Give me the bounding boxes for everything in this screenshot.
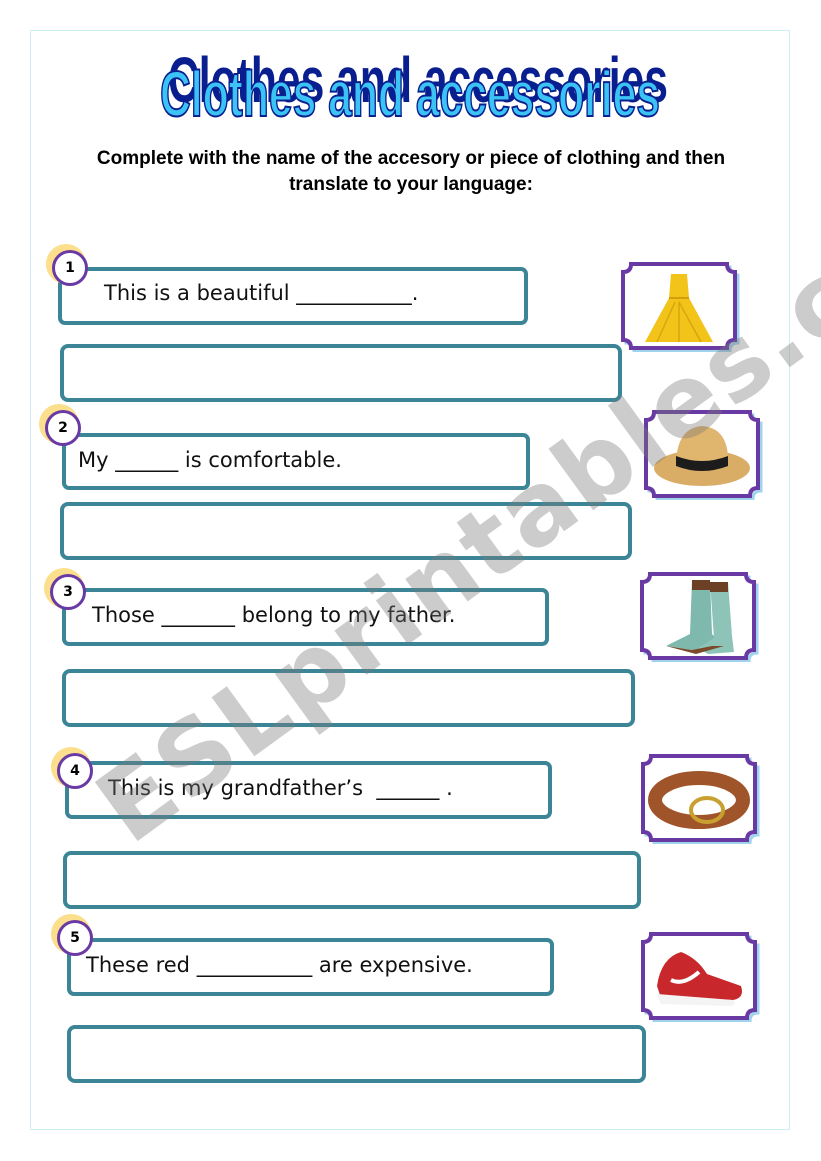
number-badge-4: 4 — [51, 747, 101, 797]
translation-box-1[interactable] — [60, 344, 622, 402]
worksheet-title: Clothes and accessories Clothes and acce… — [150, 40, 670, 131]
translation-box-3[interactable] — [62, 669, 635, 727]
number-label-2: 2 — [45, 410, 81, 446]
question-text-5: These red ___________ are expensive. — [86, 953, 473, 977]
image-frame-5 — [637, 928, 761, 1022]
number-badge-2: 2 — [39, 404, 89, 454]
number-label-3: 3 — [50, 574, 86, 610]
number-label-5: 5 — [57, 920, 93, 956]
instructions-line-1: Complete with the name of the accesory o… — [96, 148, 726, 169]
question-text-1: This is a beautiful ___________. — [104, 281, 419, 305]
red-sneakers-image — [641, 932, 760, 1022]
title-text: Clothes and accessories — [160, 58, 660, 130]
instructions: Complete with the name of the accesory o… — [36, 146, 786, 198]
instructions-line-2: translate to your language: — [289, 174, 533, 195]
image-frame-2 — [640, 406, 764, 500]
image-frame-1 — [617, 258, 741, 352]
translation-box-2[interactable] — [60, 502, 632, 560]
question-text-4: This is my grandfather’s ______ . — [108, 776, 453, 800]
number-label-4: 4 — [57, 753, 93, 789]
translation-box-4[interactable] — [63, 851, 641, 909]
question-text-2: My ______ is comfortable. — [78, 448, 342, 472]
number-badge-1: 1 — [46, 244, 96, 294]
number-label-1: 1 — [52, 250, 88, 286]
translation-box-5[interactable] — [67, 1025, 646, 1083]
yellow-dress-image — [621, 262, 740, 352]
question-text-3: Those _______ belong to my father. — [92, 603, 456, 627]
number-badge-3: 3 — [44, 568, 94, 618]
leather-belt-image — [641, 754, 760, 844]
cowboy-boots-image — [640, 572, 759, 662]
image-frame-3 — [636, 568, 760, 662]
number-badge-5: 5 — [51, 914, 101, 964]
image-frame-4 — [637, 750, 761, 844]
straw-hat-image — [644, 410, 763, 500]
